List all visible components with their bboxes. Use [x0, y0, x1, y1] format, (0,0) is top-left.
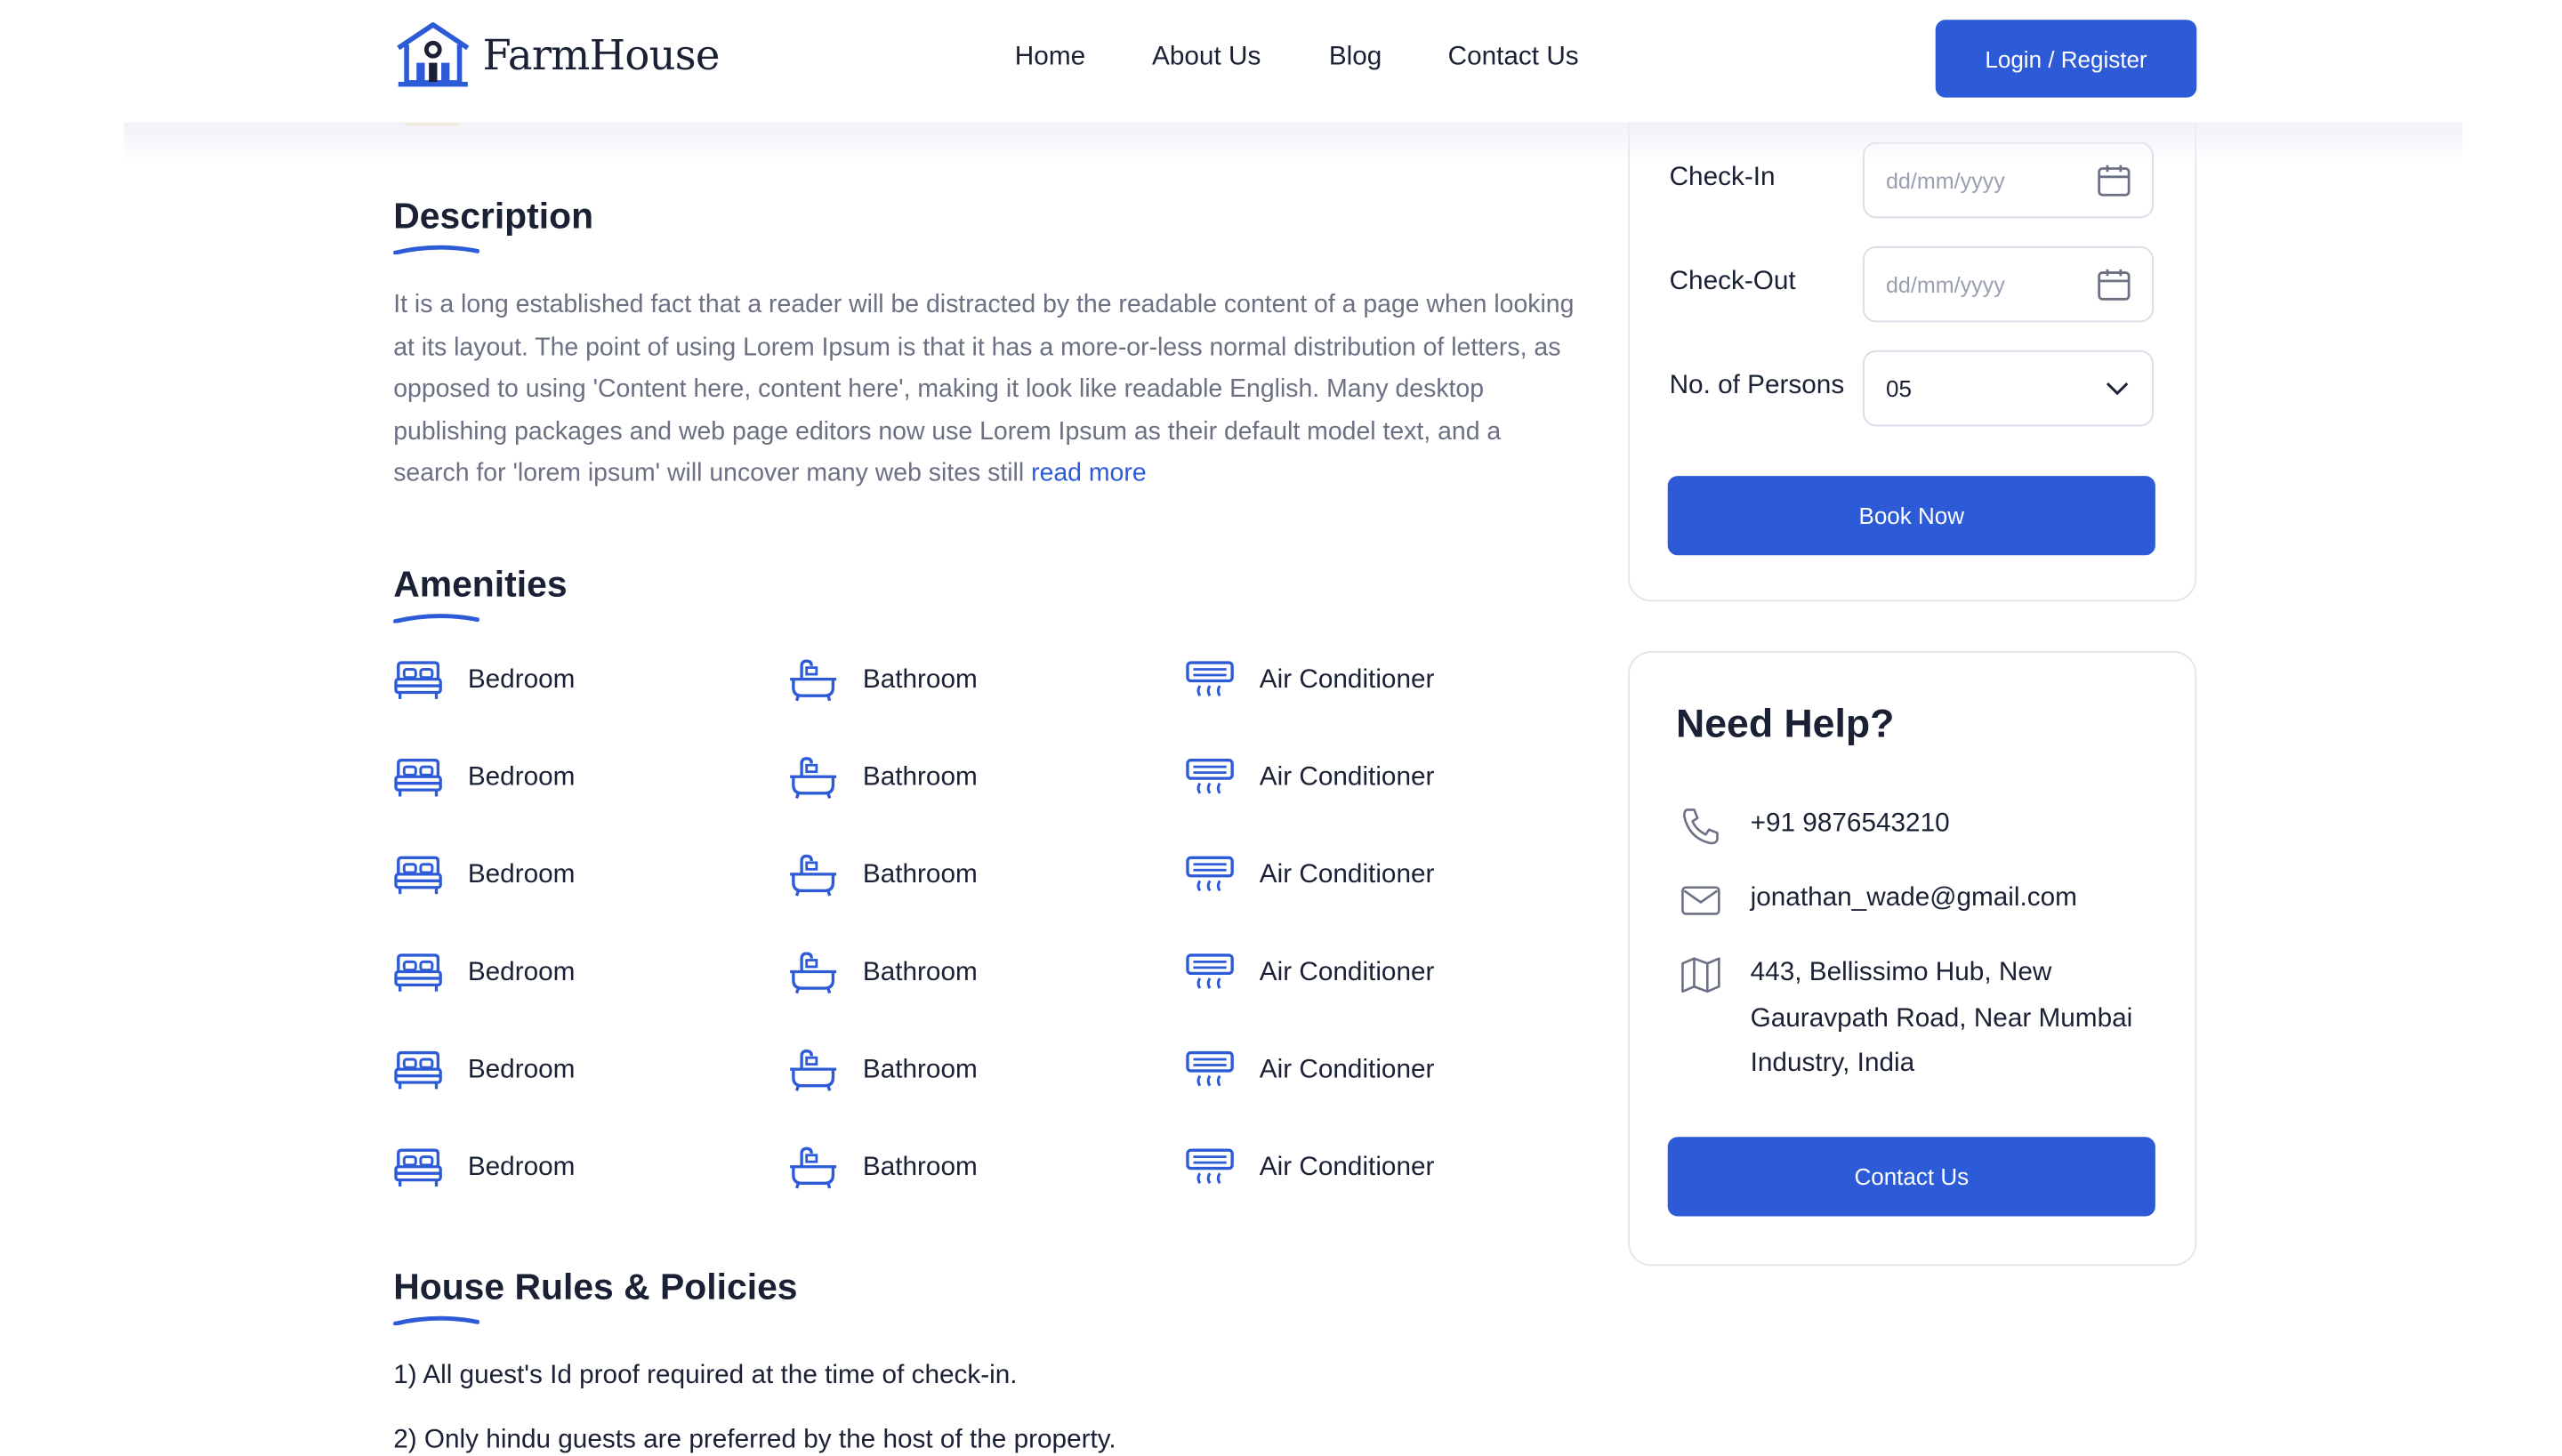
amenity-label: Air Conditioner: [1259, 861, 1435, 889]
house-rules-heading: House Rules & Policies: [393, 1266, 798, 1307]
bathtub-icon: [788, 659, 863, 702]
amenity-item: Bedroom: [393, 1146, 575, 1189]
amenity-item: Bathroom: [788, 1050, 978, 1092]
persons-label: No. of Persons: [1669, 372, 1845, 400]
heading-underline: [393, 1315, 479, 1326]
amenity-label: Air Conditioner: [1259, 1056, 1435, 1084]
description-heading: Description: [393, 195, 594, 237]
amenity-item: Bathroom: [788, 952, 978, 994]
amenity-label: Bedroom: [467, 1056, 576, 1084]
persons-select[interactable]: 05: [1862, 350, 2154, 427]
amenity-item: Air Conditioner: [1185, 1050, 1434, 1092]
amenity-item: Bathroom: [788, 757, 978, 800]
checkout-label: Check-Out: [1669, 267, 1796, 296]
heading-underline: [393, 614, 479, 623]
amenity-label: Air Conditioner: [1259, 665, 1435, 695]
brand-logo[interactable]: FarmHouse: [393, 20, 721, 89]
amenity-item: Bedroom: [393, 952, 575, 994]
amenity-label: Air Conditioner: [1259, 1153, 1435, 1182]
bathtub-icon: [788, 854, 863, 897]
nav-contact-us[interactable]: Contact Us: [1448, 43, 1579, 72]
air-conditioner-icon: [1185, 1146, 1260, 1189]
bathtub-icon: [788, 952, 863, 994]
bed-icon: [393, 952, 468, 994]
rule-item: 2) Only hindu guests are preferred by th…: [393, 1426, 1116, 1455]
amenity-label: Bedroom: [467, 665, 576, 695]
amenity-item: Air Conditioner: [1185, 659, 1434, 702]
brand-name: FarmHouse: [482, 30, 721, 79]
amenity-label: Bathroom: [862, 1056, 978, 1084]
chevron-down-icon: [2106, 382, 2129, 396]
amenity-item: Bathroom: [788, 854, 978, 897]
phone-number[interactable]: +91 9876543210: [1751, 801, 1950, 847]
nav-home[interactable]: Home: [1015, 43, 1085, 72]
air-conditioner-icon: [1185, 855, 1260, 897]
phone-icon: [1683, 808, 1719, 845]
calendar-icon[interactable]: [2096, 162, 2132, 198]
calendar-icon[interactable]: [2096, 266, 2132, 302]
bathtub-icon: [788, 1146, 863, 1189]
air-conditioner-icon: [1185, 757, 1260, 800]
site-header: FarmHouse Home About Us Blog Contact Us …: [0, 0, 2562, 123]
map-icon: [1681, 957, 1720, 993]
air-conditioner-icon: [1185, 952, 1260, 994]
read-more-link[interactable]: read more: [1031, 460, 1147, 488]
rule-item: 1) All guest's Id proof required at the …: [393, 1361, 1018, 1390]
amenity-item: Air Conditioner: [1185, 1146, 1434, 1189]
amenity-item: Bathroom: [788, 659, 978, 702]
amenity-label: Bedroom: [467, 763, 576, 792]
amenity-item: Bedroom: [393, 855, 575, 897]
checkin-placeholder: dd/mm/yyyy: [1885, 167, 2005, 193]
page: FarmHouse Home About Us Blog Contact Us …: [0, 0, 2562, 1454]
amenity-item: Bedroom: [393, 757, 575, 800]
amenities-heading: Amenities: [393, 563, 568, 606]
amenity-label: Bathroom: [862, 861, 978, 889]
login-register-button[interactable]: Login / Register: [1935, 20, 2197, 98]
persons-value: 05: [1885, 374, 1912, 402]
nav-blog[interactable]: Blog: [1329, 43, 1382, 72]
air-conditioner-icon: [1185, 1050, 1260, 1092]
contact-us-button[interactable]: Contact Us: [1667, 1137, 2155, 1217]
amenity-label: Air Conditioner: [1259, 763, 1435, 792]
amenity-item: Air Conditioner: [1185, 757, 1434, 800]
checkout-field[interactable]: dd/mm/yyyy: [1862, 245, 2154, 323]
header-shadow: [124, 116, 2463, 163]
heading-underline: [393, 245, 479, 255]
bed-icon: [393, 1146, 468, 1189]
checkout-placeholder: dd/mm/yyyy: [1885, 271, 2005, 297]
amenity-item: Air Conditioner: [1185, 855, 1434, 897]
amenity-label: Bathroom: [862, 1153, 978, 1182]
help-title: Need Help?: [1676, 702, 1895, 747]
bathtub-icon: [788, 1050, 863, 1092]
bathtub-icon: [788, 757, 863, 800]
nav-about-us[interactable]: About Us: [1152, 43, 1261, 72]
amenity-label: Bedroom: [467, 861, 576, 889]
amenity-label: Bathroom: [862, 665, 978, 695]
description-body: It is a long established fact that a rea…: [393, 291, 1575, 488]
amenity-item: Bedroom: [393, 1050, 575, 1092]
amenity-item: Air Conditioner: [1185, 952, 1434, 994]
bed-icon: [393, 659, 468, 702]
description-text: It is a long established fact that a rea…: [393, 285, 1583, 495]
checkin-label: Check-In: [1669, 163, 1776, 192]
air-conditioner-icon: [1185, 659, 1260, 702]
house-logo-icon: [397, 22, 470, 87]
email-address[interactable]: jonathan_wade@gmail.com: [1751, 876, 2077, 921]
bed-icon: [393, 855, 468, 897]
amenity-label: Bedroom: [467, 958, 576, 987]
mail-icon: [1681, 886, 1720, 915]
bed-icon: [393, 1050, 468, 1092]
amenity-label: Air Conditioner: [1259, 958, 1435, 987]
amenity-item: Bedroom: [393, 659, 575, 702]
address-text: 443, Bellissimo Hub, New Gauravpath Road…: [1750, 958, 2133, 1078]
book-now-button[interactable]: Book Now: [1667, 476, 2155, 556]
amenity-label: Bathroom: [862, 763, 978, 792]
amenity-label: Bathroom: [862, 958, 978, 987]
bed-icon: [393, 757, 468, 800]
amenity-item: Bathroom: [788, 1146, 978, 1189]
amenity-label: Bedroom: [467, 1153, 576, 1182]
